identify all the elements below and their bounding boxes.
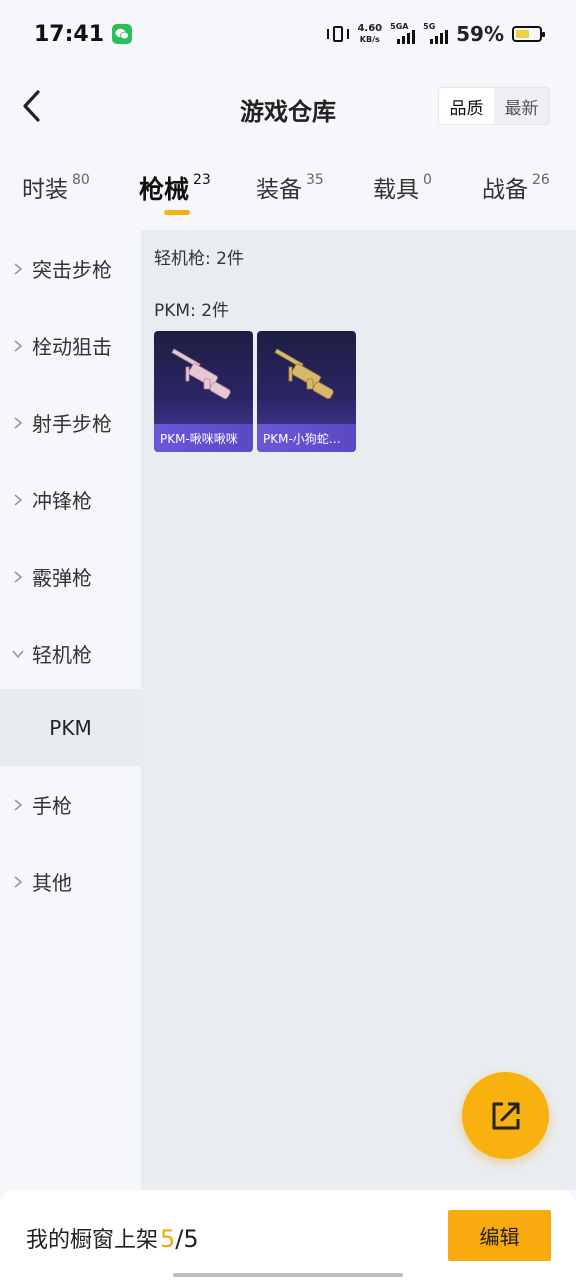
sidebar-item-label: 手枪 — [32, 794, 72, 818]
tab-firearms[interactable]: 枪械 23 — [139, 170, 211, 206]
tab-label: 装备 — [256, 177, 302, 203]
share-button[interactable] — [462, 1072, 549, 1159]
tab-label: 时装 — [22, 177, 68, 203]
tab-count: 80 — [72, 172, 90, 188]
tab-count: 0 — [423, 172, 432, 188]
battery-percent: 59% — [456, 22, 504, 46]
chevron-right-icon — [0, 798, 32, 812]
sort-option-quality[interactable]: 品质 — [439, 88, 494, 124]
sidebar-item-shotgun[interactable]: 霰弹枪 — [0, 538, 141, 615]
tab-count: 35 — [306, 172, 324, 188]
sidebar-item-pistol[interactable]: 手枪 — [0, 766, 141, 843]
sidebar-item-label: 霰弹枪 — [32, 566, 92, 590]
skin-card[interactable]: PKM-小狗蛇… — [257, 331, 356, 452]
sort-option-newest[interactable]: 最新 — [494, 88, 549, 124]
home-indicator[interactable] — [173, 1273, 403, 1277]
wechat-notification-icon — [112, 24, 133, 44]
status-indicators: 4.60 KB/s 5GA 5G 59% — [327, 22, 545, 46]
chevron-right-icon — [0, 493, 32, 507]
showcase-current-count: 5 — [160, 1225, 176, 1253]
chevron-right-icon — [0, 570, 32, 584]
sidebar-item-lmg[interactable]: 轻机枪 — [0, 615, 141, 692]
tab-label: 载具 — [373, 177, 419, 203]
sidebar-subitem-pkm[interactable]: PKM — [0, 689, 141, 766]
sidebar-item-label: 射手步枪 — [32, 412, 112, 436]
network-speed-value: 4.60 — [357, 23, 383, 34]
battery-icon — [512, 26, 545, 42]
nav-bar: 游戏仓库 品质 最新 — [0, 68, 576, 148]
sidebar-item-assault-rifle[interactable]: 突击步枪 — [0, 230, 141, 307]
network-speed: 4.60 KB/s — [357, 23, 382, 45]
chevron-right-icon — [0, 262, 32, 276]
skin-name: PKM-小狗蛇… — [257, 424, 356, 452]
signal-sim1-label: 5GA — [390, 22, 409, 31]
tab-outfits[interactable]: 时装 80 — [22, 170, 90, 204]
weapon-type-sidebar: 突击步枪 栓动狙击 射手步枪 冲锋枪 霰弹枪 轻机枪 PKM 手枪 其他 — [0, 230, 141, 1190]
sort-toggle: 品质 最新 — [438, 87, 550, 125]
chevron-right-icon — [0, 416, 32, 430]
sidebar-item-label: 其他 — [32, 871, 72, 895]
sidebar-item-label: 冲锋枪 — [32, 489, 92, 513]
tab-count: 23 — [193, 172, 211, 188]
pkm-gun-icon — [274, 348, 334, 399]
tab-label: 枪械 — [139, 175, 190, 204]
tab-vehicles[interactable]: 载具 0 — [373, 170, 432, 204]
sidebar-item-label: 栓动狙击 — [32, 335, 112, 359]
showcase-total-count: /5 — [175, 1225, 199, 1253]
status-time: 17:41 — [34, 21, 105, 47]
signal-sim2-label: 5G — [423, 22, 436, 31]
network-speed-unit: KB/s — [359, 35, 380, 44]
edit-button[interactable]: 编辑 — [448, 1210, 551, 1261]
vibrate-icon — [327, 24, 350, 44]
signal-sim1-icon: 5GA — [390, 22, 416, 44]
bottom-bar: 我的橱窗上架 5 /5 编辑 — [0, 1190, 576, 1280]
signal-sim2-icon: 5G — [423, 22, 449, 44]
sidebar-item-label: 轻机枪 — [32, 643, 92, 667]
sidebar-item-other[interactable]: 其他 — [0, 843, 141, 920]
skin-name: PKM-啾咪啾咪 — [154, 424, 253, 452]
sidebar-item-bolt-sniper[interactable]: 栓动狙击 — [0, 307, 141, 384]
tab-supplies[interactable]: 战备 26 — [482, 170, 550, 204]
sidebar-item-label: 突击步枪 — [32, 258, 112, 282]
skin-card[interactable]: PKM-啾咪啾咪 — [154, 331, 253, 452]
chevron-right-icon — [0, 875, 32, 889]
subgroup-label: PKM: 2件 — [154, 301, 230, 321]
content-panel: 轻机枪: 2件 PKM: 2件 PKM-啾咪啾咪 PKM-小狗蛇… — [141, 230, 576, 1190]
showcase-label: 我的橱窗上架 — [26, 1228, 159, 1253]
sidebar-item-marksman-rifle[interactable]: 射手步枪 — [0, 384, 141, 461]
status-bar: 17:41 4.60 KB/s 5GA 5G 59% — [0, 0, 576, 68]
group-label: 轻机枪: 2件 — [154, 249, 244, 269]
sidebar-item-smg[interactable]: 冲锋枪 — [0, 461, 141, 538]
chevron-down-icon — [0, 649, 32, 659]
category-tabs: 时装 80 枪械 23 装备 35 载具 0 战备 26 — [0, 160, 576, 222]
pkm-gun-icon — [171, 348, 231, 399]
tab-equipment[interactable]: 装备 35 — [256, 170, 324, 204]
chevron-right-icon — [0, 339, 32, 353]
share-external-icon — [492, 1102, 519, 1129]
tab-label: 战备 — [482, 177, 528, 203]
showcase-status: 我的橱窗上架 5 /5 — [26, 1222, 199, 1254]
active-tab-indicator — [164, 210, 190, 215]
tab-count: 26 — [532, 172, 550, 188]
